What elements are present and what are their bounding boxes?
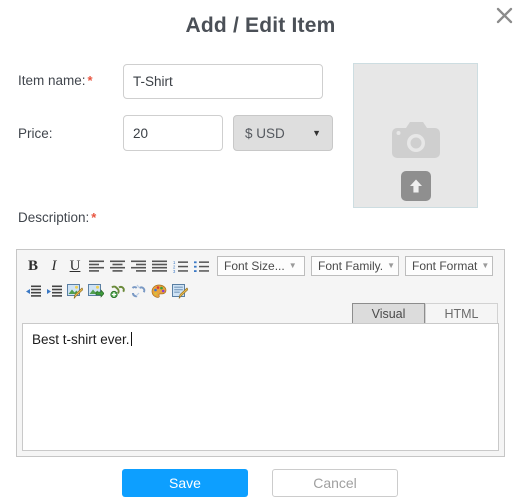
remove-link-button[interactable] [128, 281, 148, 301]
ordered-list-button[interactable]: 1 2 3 [170, 256, 190, 276]
align-justify-icon [151, 260, 167, 272]
source-edit-button[interactable] [170, 281, 190, 301]
align-center-icon [109, 260, 125, 272]
chevron-down-icon: ▼ [481, 261, 490, 270]
required-asterisk: * [87, 73, 93, 88]
unordered-list-icon [193, 260, 209, 272]
editor-toolbar: B I U 1 2 3 Font Size... ▼ Font Family. … [17, 250, 504, 304]
outdent-icon [25, 285, 41, 297]
item-name-label: Item name: * [18, 73, 93, 88]
price-input[interactable] [123, 115, 223, 151]
outdent-button[interactable] [23, 281, 43, 301]
description-editor-content[interactable]: Best t-shirt ever. [22, 323, 499, 451]
description-label-text: Description: [18, 210, 90, 225]
edit-image-button[interactable] [65, 281, 85, 301]
source-edit-icon [172, 283, 188, 299]
cancel-button[interactable]: Cancel [272, 469, 398, 497]
text-caret [130, 332, 132, 346]
link-break-icon [131, 284, 146, 298]
image-upload-area[interactable] [353, 63, 478, 208]
color-palette-icon [151, 284, 167, 298]
required-asterisk: * [91, 210, 97, 225]
align-left-button[interactable] [86, 256, 106, 276]
page-title: Add / Edit Item [185, 14, 336, 37]
font-format-select-value: Font Format [412, 259, 478, 273]
editor-toolbar-row-2 [23, 280, 498, 302]
unordered-list-button[interactable] [191, 256, 211, 276]
save-button[interactable]: Save [122, 469, 248, 497]
camera-icon [391, 122, 440, 158]
currency-select-value: $ USD [245, 125, 285, 141]
upload-button[interactable] [400, 171, 431, 201]
description-text: Best t-shirt ever. [32, 332, 130, 347]
item-name-label-text: Item name: [18, 73, 86, 88]
ordered-list-icon: 1 2 3 [173, 260, 188, 273]
tab-html[interactable]: HTML [425, 303, 498, 323]
price-label: Price: [18, 126, 53, 141]
italic-button[interactable]: I [44, 256, 64, 276]
svg-text:3: 3 [173, 268, 176, 272]
font-format-select[interactable]: Font Format ▼ [405, 256, 493, 276]
editor-toolbar-row-1: B I U 1 2 3 Font Size... ▼ Font Family. … [23, 255, 498, 277]
image-edit-icon [67, 283, 83, 299]
upload-arrow-icon [409, 179, 422, 193]
editor-mode-tabs: Visual HTML [352, 303, 498, 323]
align-center-button[interactable] [107, 256, 127, 276]
link-add-icon [110, 285, 125, 298]
bold-button[interactable]: B [23, 256, 43, 276]
chevron-down-icon: ▼ [387, 261, 396, 270]
font-size-select[interactable]: Font Size... ▼ [217, 256, 305, 276]
justify-button[interactable] [149, 256, 169, 276]
align-left-icon [88, 260, 104, 272]
font-family-select-value: Font Family. [318, 259, 384, 273]
align-right-icon [130, 260, 146, 272]
chevron-down-icon: ▼ [288, 261, 297, 270]
indent-icon [46, 285, 62, 297]
font-family-select[interactable]: Font Family. ▼ [311, 256, 399, 276]
rich-text-editor: B I U 1 2 3 Font Size... ▼ Font Family. … [16, 249, 505, 457]
tab-visual[interactable]: Visual [352, 303, 425, 323]
insert-link-button[interactable] [107, 281, 127, 301]
underline-button[interactable]: U [65, 256, 85, 276]
indent-button[interactable] [44, 281, 64, 301]
chevron-down-icon: ▼ [312, 127, 321, 138]
font-size-select-value: Font Size... [224, 259, 285, 273]
image-insert-icon [88, 283, 104, 298]
text-color-button[interactable] [149, 281, 169, 301]
description-label: Description: * [18, 210, 96, 225]
currency-select[interactable]: $ USD ▼ [233, 115, 333, 151]
item-name-input[interactable] [123, 64, 323, 99]
align-right-button[interactable] [128, 256, 148, 276]
insert-image-button[interactable] [86, 281, 106, 301]
